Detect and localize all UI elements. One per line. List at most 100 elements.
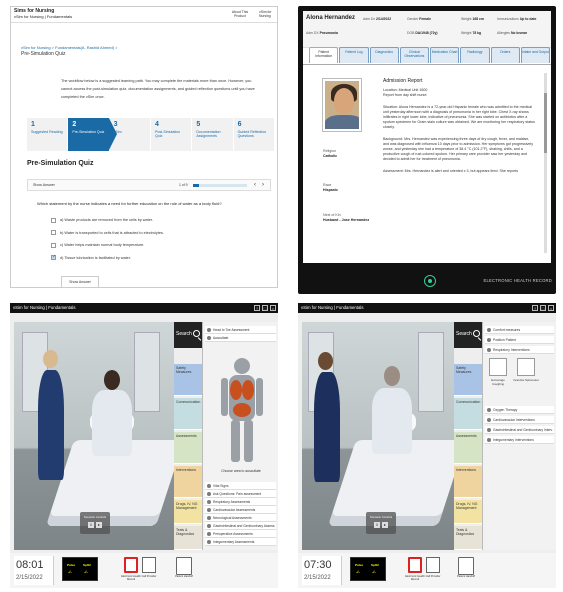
menu-item[interactable]: Vital Signs [205,482,276,490]
step-number: 2 [72,121,77,128]
play-icon[interactable]: ▸ [382,522,388,528]
step-post-simulation-quiz[interactable]: 4 Post-Simulation Quiz [150,118,193,151]
top-bar: Sims for Nursing vSim for Nursing | Fund… [11,7,277,23]
search-label: Search [456,331,472,337]
help-icon[interactable]: ? [254,305,260,311]
category-assessments[interactable]: Assessments [174,432,202,464]
category-interventions[interactable]: Interventions [174,466,202,498]
scrollbar[interactable] [544,73,547,253]
nok-label: Next of Kin [323,213,341,217]
category-tests[interactable]: Tests & Diagnostics [454,526,482,550]
ehr-tablet-icon[interactable] [408,557,422,573]
tab-clinical-observations[interactable]: Clinical Observations [399,47,429,63]
handoff-icon[interactable] [458,557,474,575]
simulation-scene[interactable]: Scenario Controls ‖ ▸ [302,322,454,550]
vitals-monitor[interactable]: Pulse SpO2 -/- -/- [350,557,386,581]
patient-body[interactable] [372,388,412,454]
tab-patient-information[interactable]: Patient Information [309,47,339,63]
menu-item[interactable]: Oxygen Therapy [485,406,554,414]
help-icon[interactable]: ? [532,305,538,311]
chevron-left-icon[interactable]: ‹ [254,182,256,189]
category-drugs[interactable]: Drugs, IV, NG Management [174,500,202,524]
menu-item[interactable]: Gastrointestinal and Genitourinary Inter… [485,426,554,434]
phone-icon[interactable] [426,557,440,573]
category-interventions[interactable]: Interventions [454,466,482,498]
home-button-icon[interactable] [424,275,436,287]
category-communication[interactable]: Communication [454,398,482,430]
search-button[interactable]: Search [454,322,482,348]
chevron-right-icon[interactable]: › [262,182,264,189]
category-safety-measures[interactable]: Safety Measures [174,364,202,396]
tab-patient-log[interactable]: Patient Log [339,47,369,63]
phone-icon[interactable] [142,557,156,573]
wall-panel [134,332,160,412]
status-bar: 07:30 2/15/2022 Pulse SpO2 -/- -/- Elect… [298,553,556,588]
show-answer-toggle[interactable]: Show Answer [33,183,55,187]
menu-item[interactable]: Cardiovascular Assessments [205,506,276,514]
category-tests[interactable]: Tests & Diagnostics [174,526,202,550]
scenario-controls[interactable]: Scenario Controls ‖ ▸ [80,512,110,534]
spirometer-icon[interactable] [517,358,535,376]
step-pre-simulation-quiz[interactable]: 2 Pre-Simulation Quiz [68,118,118,151]
tab-orders[interactable]: Orders [490,47,520,63]
vitals-monitor[interactable]: Pulse SpO2 -/- -/- [62,557,98,581]
menu-item[interactable]: Perioperative Assessments [205,530,276,538]
breadcrumb[interactable]: vSim for Nursing > Fundamentals(A. Rashi… [21,45,118,50]
menu-item[interactable]: Ask Questions: Pain assessment [205,490,276,498]
close-icon[interactable]: × [548,305,554,311]
tab-medication-chart[interactable]: Medication Chart [430,47,460,63]
menu-item[interactable]: Respiratory Interventions [485,346,554,354]
tab-intake-output[interactable]: Intake and Output [520,47,550,63]
checkbox[interactable] [51,242,56,248]
show-answer-button[interactable]: Show Answer [61,276,99,287]
step-suggested-reading[interactable]: 1 Suggested Reading [27,118,69,151]
restore-icon[interactable]: □ [262,305,268,311]
search-button[interactable]: Search [174,322,202,348]
field-value: Pneumonia [319,31,338,35]
menu-item[interactable]: Position Patient [485,336,554,344]
tab-radiology[interactable]: Radiology [460,47,490,63]
answer-option[interactable]: a) Waste products are removed from the c… [51,214,164,227]
tab-diagnostics[interactable]: Diagnostics [369,47,399,63]
menu-item[interactable]: Auscultate [205,334,276,342]
step-guided-reflection[interactable]: 6 Guided Reflection Questions [233,118,275,151]
patient-head[interactable] [104,370,120,390]
app-logo[interactable]: Sims for Nursing vSim for Nursing | Fund… [14,8,72,20]
close-icon[interactable]: × [270,305,276,311]
menu-item[interactable]: Head to Toe Assessment [205,326,276,334]
religion-block: Religion Catholic [323,149,337,159]
checkbox[interactable] [51,230,56,236]
play-icon[interactable]: ▸ [96,522,102,528]
sim-title-bar: vSim for Nursing | Fundamentals ? □ × [10,303,278,313]
category-drugs[interactable]: Drugs, IV, NG Management [454,500,482,524]
category-assessments[interactable]: Assessments [454,432,482,464]
menu-item[interactable]: Integumentary Assessments [205,538,276,546]
restore-icon[interactable]: □ [540,305,546,311]
body-diagram-icon[interactable] [219,356,265,464]
answer-option[interactable]: d) Tissue lubrication is facilitated by … [51,252,164,265]
product-menu[interactable]: vSim for Nursing [259,10,277,18]
coughing-icon[interactable] [489,358,507,376]
menu-item[interactable]: Neurological Assessments [205,514,276,522]
checkbox[interactable] [51,217,56,223]
step-documentation[interactable]: 5 Documentation Assignments [192,118,234,151]
pause-icon[interactable]: ‖ [88,522,94,528]
simulation-scene[interactable]: Scenario Controls ‖ ▸ [14,322,174,550]
handoff-icon[interactable] [176,557,192,575]
answer-option[interactable]: b) Water is transported to cells that is… [51,227,164,240]
checkbox-checked[interactable] [51,254,56,261]
scenario-controls[interactable]: Scenario Controls ‖ ▸ [366,512,396,534]
pause-icon[interactable]: ‖ [374,522,380,528]
ehr-tablet-icon[interactable] [124,557,138,573]
category-communication[interactable]: Communication [174,398,202,430]
menu-item[interactable]: Comfort measures [485,326,554,334]
menu-item[interactable]: Respiratory Assessments [205,498,276,506]
patient-body[interactable] [92,390,132,456]
about-link[interactable]: About This Product [229,10,251,18]
answer-option[interactable]: c) Water helps maintain normal body temp… [51,239,164,252]
menu-item[interactable]: Gastrointestinal and Genitourinary Asses… [205,522,276,530]
category-safety-measures[interactable]: Safety Measures [454,364,482,396]
patient-head[interactable] [384,366,400,386]
menu-item[interactable]: Integumentary Interventions [485,436,554,444]
menu-item[interactable]: Cardiovascular Interventions [485,416,554,424]
